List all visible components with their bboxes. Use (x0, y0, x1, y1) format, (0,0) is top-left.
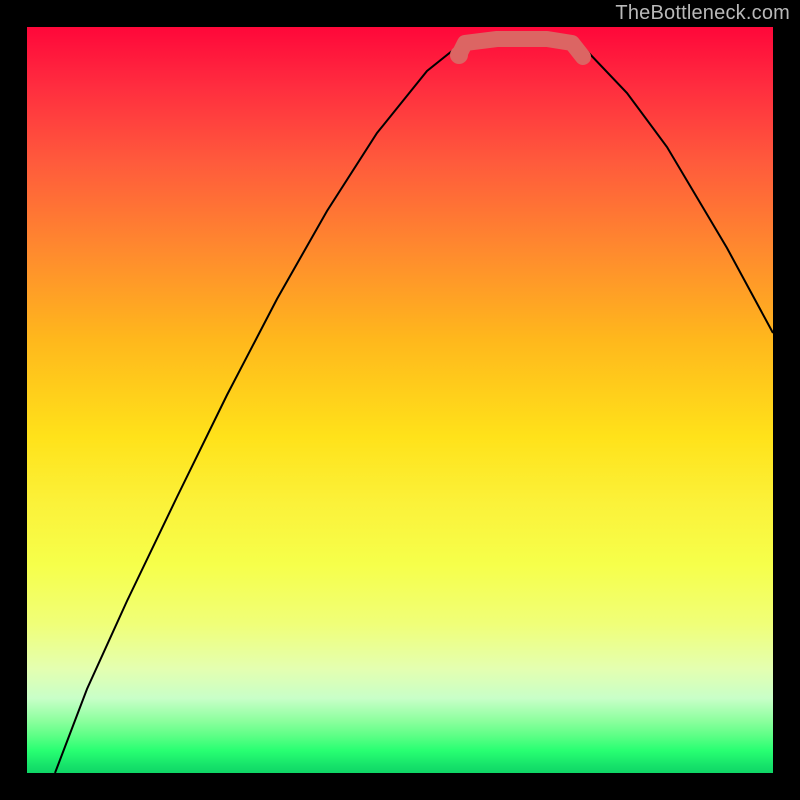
bottleneck-curve-path (55, 39, 773, 773)
watermark-text: TheBottleneck.com (615, 2, 790, 25)
plot-area (27, 27, 773, 773)
highlight-segment-path (460, 39, 583, 57)
curve-overlay (27, 27, 773, 773)
chart-stage: TheBottleneck.com (0, 0, 800, 800)
highlight-dot (450, 46, 468, 64)
